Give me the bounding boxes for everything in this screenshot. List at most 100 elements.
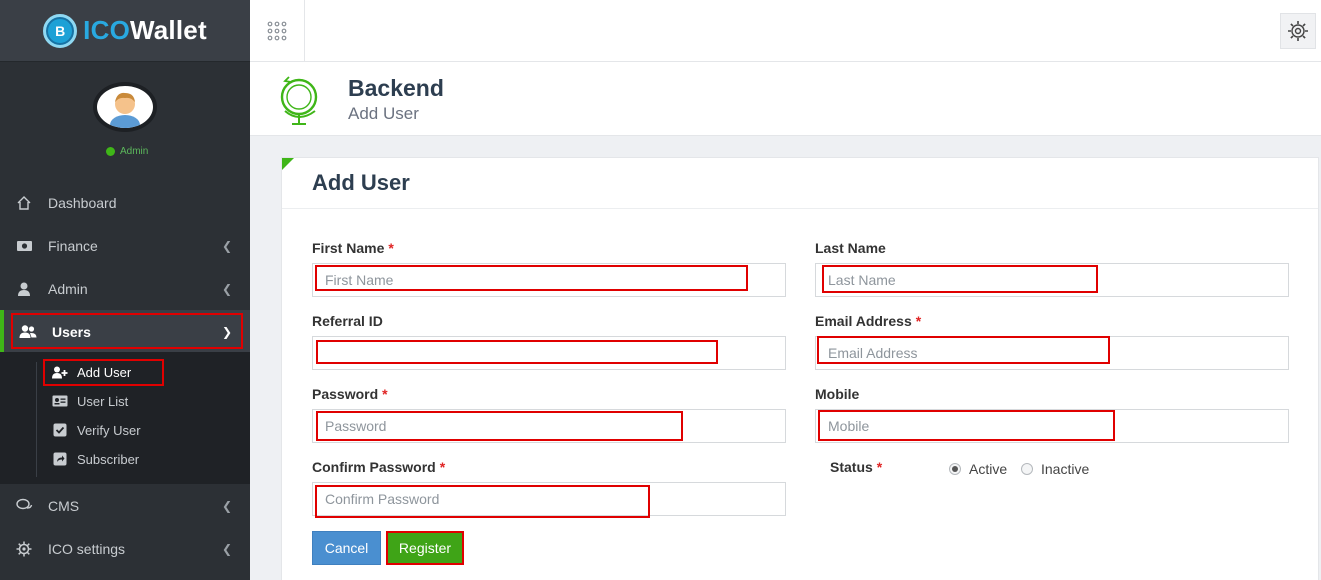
last-name-field-wrap — [815, 263, 1289, 297]
email-input[interactable] — [816, 337, 1288, 369]
confirm-password-field-wrap — [312, 482, 786, 516]
money-icon — [15, 237, 33, 255]
chevron-left-icon: ❮ — [221, 281, 232, 296]
apps-grid-button[interactable] — [250, 0, 305, 62]
id-card-icon — [52, 395, 68, 407]
home-icon — [15, 194, 33, 212]
chevron-left-icon: ❮ — [221, 541, 232, 556]
sidebar: B ICOWallet Admin Dashboard Finance ❮ Ad… — [0, 0, 250, 580]
status-inactive-option[interactable]: Inactive — [1021, 461, 1089, 477]
users-icon — [19, 323, 37, 341]
apps-grid-icon — [267, 21, 287, 41]
confirm-password-label: Confirm Password * — [312, 459, 445, 475]
chevron-left-icon: ❮ — [221, 498, 232, 513]
role-label: Admin — [120, 146, 149, 157]
status-active-option[interactable]: Active — [949, 461, 1007, 477]
admin-icon — [15, 280, 33, 298]
submenu-label: Verify User — [77, 422, 141, 438]
required-mark: * — [915, 313, 922, 329]
required-mark: * — [876, 459, 883, 475]
profile: Admin — [0, 62, 250, 180]
card-title: Add User — [312, 170, 410, 195]
confirm-password-label-text: Confirm Password — [312, 459, 436, 475]
online-status: Admin — [106, 146, 148, 157]
add-user-icon — [52, 366, 68, 379]
password-field-wrap — [312, 409, 786, 443]
register-button[interactable]: Register — [386, 531, 464, 565]
submenu-item-verify-user[interactable]: Verify User — [52, 418, 141, 442]
gear-icon — [15, 540, 33, 558]
submenu-label: Subscriber — [77, 451, 140, 467]
password-input[interactable] — [313, 410, 785, 442]
email-label: Email Address * — [815, 313, 921, 329]
first-name-label: First Name * — [312, 240, 394, 256]
referral-id-label: Referral ID — [312, 313, 383, 329]
sidebar-item-label: CMS — [48, 497, 80, 514]
mobile-label: Mobile — [815, 386, 860, 402]
users-submenu: Add User User List Verify User Subscribe… — [0, 352, 250, 484]
chat-icon — [15, 497, 33, 515]
radio-checked-icon[interactable] — [949, 463, 961, 475]
bitcoin-logo-icon: B — [43, 13, 78, 48]
share-icon — [52, 452, 68, 466]
topbar — [250, 0, 1321, 62]
sidebar-item-admin[interactable]: Admin ❮ — [0, 267, 250, 310]
brand-name: ICOWallet — [83, 15, 207, 46]
last-name-input[interactable] — [816, 264, 1288, 296]
card-corner-accent — [282, 158, 294, 170]
password-label: Password * — [312, 386, 388, 402]
sidebar-item-label: Users — [52, 323, 91, 340]
referral-id-field-wrap — [312, 336, 786, 370]
sidebar-item-cms[interactable]: CMS ❮ — [0, 484, 250, 527]
mobile-input[interactable] — [816, 410, 1288, 442]
card-divider — [282, 208, 1318, 209]
mobile-field-wrap — [815, 409, 1289, 443]
radio-unchecked-icon[interactable] — [1021, 463, 1033, 475]
check-square-icon — [52, 423, 68, 437]
referral-id-input[interactable] — [313, 337, 785, 369]
submenu-label: Add User — [77, 364, 132, 380]
brand-name-ico: ICO — [83, 15, 130, 45]
confirm-password-input[interactable] — [313, 483, 785, 515]
status-active-label: Active — [969, 461, 1008, 477]
chevron-down-icon: ❯ — [221, 324, 232, 339]
submenu-item-subscriber[interactable]: Subscriber — [52, 447, 139, 471]
email-label-text: Email Address — [815, 313, 912, 329]
submenu-line — [36, 362, 37, 477]
first-name-field-wrap — [312, 263, 786, 297]
sidebar-item-finance[interactable]: Finance ❮ — [0, 224, 250, 267]
brand-name-wallet: Wallet — [130, 15, 207, 45]
brand[interactable]: B ICOWallet — [0, 0, 250, 62]
page-header: Backend Add User — [250, 62, 1321, 136]
settings-gear-icon — [1288, 21, 1308, 41]
sidebar-item-label: Dashboard — [48, 194, 117, 211]
required-mark: * — [439, 459, 446, 475]
status-inactive-label: Inactive — [1041, 461, 1090, 477]
required-mark: * — [388, 240, 394, 256]
settings-button[interactable] — [1280, 13, 1316, 49]
sidebar-item-dashboard[interactable]: Dashboard — [0, 181, 250, 224]
sidebar-item-label: Admin — [48, 280, 88, 297]
email-field-wrap — [815, 336, 1289, 370]
first-name-input[interactable] — [313, 264, 785, 296]
user-avatar-icon — [110, 92, 140, 128]
password-label-text: Password — [312, 386, 379, 402]
globe-icon — [277, 71, 323, 132]
sidebar-item-label: Finance — [48, 237, 98, 254]
sidebar-item-label: ICO settings — [48, 540, 126, 557]
page-title: Backend — [348, 75, 444, 101]
required-mark: * — [382, 386, 388, 402]
online-dot-icon — [106, 147, 115, 156]
sidebar-item-ico-settings[interactable]: ICO settings ❮ — [0, 527, 250, 570]
status-label: Status * — [830, 459, 882, 475]
submenu-item-user-list[interactable]: User List — [52, 389, 128, 413]
submenu-label: User List — [77, 393, 129, 409]
cancel-button[interactable]: Cancel — [312, 531, 381, 565]
first-name-label-text: First Name — [312, 240, 385, 256]
avatar[interactable] — [93, 82, 157, 132]
sidebar-item-users[interactable]: Users ❯ — [0, 310, 250, 353]
status-label-text: Status — [830, 459, 873, 475]
page-subtitle: Add User — [348, 104, 419, 123]
last-name-label: Last Name — [815, 240, 886, 256]
submenu-item-add-user[interactable]: Add User — [52, 360, 131, 384]
